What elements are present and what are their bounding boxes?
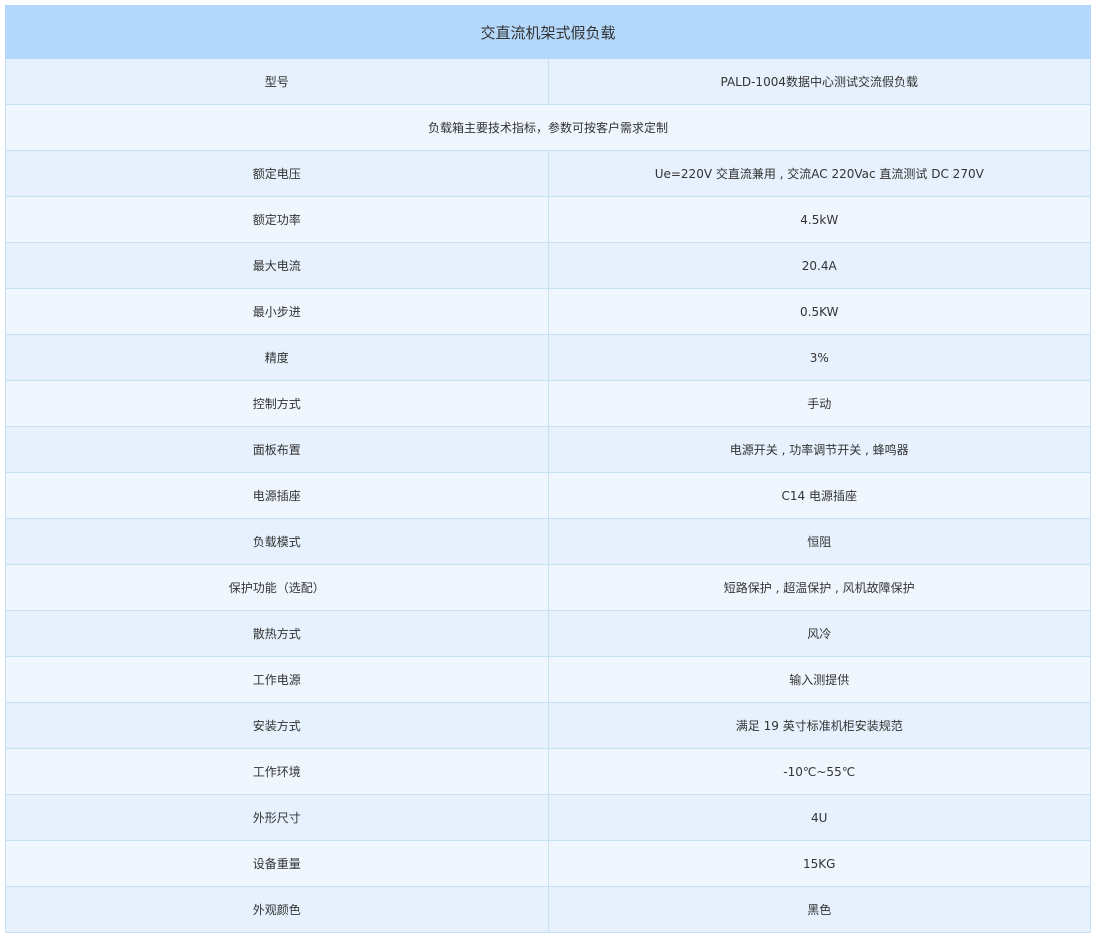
spec-table: 交直流机架式假负载 型号 PALD-1004数据中心测试交流假负载 负载箱主要技…	[5, 5, 1091, 933]
spec-label: 外观颜色	[5, 886, 549, 933]
table-row: 散热方式 风冷	[5, 610, 1091, 657]
spec-value: 4U	[547, 794, 1091, 841]
table-row: 安装方式 满足 19 英寸标准机柜安装规范	[5, 702, 1091, 749]
spec-value: 恒阻	[547, 518, 1091, 565]
spec-value: 黑色	[547, 886, 1091, 933]
spec-label: 额定电压	[5, 150, 549, 197]
note-row: 负载箱主要技术指标，参数可按客户需求定制	[5, 104, 1091, 151]
spec-label: 最大电流	[5, 242, 549, 289]
spec-value: Ue=220V 交直流兼用 , 交流AC 220Vac 直流测试 DC 270V	[547, 150, 1091, 197]
table-row: 工作电源 输入测提供	[5, 656, 1091, 703]
table-row: 电源插座 C14 电源插座	[5, 472, 1091, 519]
table-row: 面板布置 电源开关 , 功率调节开关 , 蜂鸣器	[5, 426, 1091, 473]
table-row: 外形尺寸 4U	[5, 794, 1091, 841]
table-row: 最小步进 0.5KW	[5, 288, 1091, 335]
spec-value: C14 电源插座	[547, 472, 1091, 519]
spec-label: 工作电源	[5, 656, 549, 703]
table-row: 负载模式 恒阻	[5, 518, 1091, 565]
spec-label: 额定功率	[5, 196, 549, 243]
table-title: 交直流机架式假负载	[5, 5, 1091, 59]
model-row: 型号 PALD-1004数据中心测试交流假负载	[5, 58, 1091, 105]
table-row: 精度 3%	[5, 334, 1091, 381]
spec-value: 风冷	[547, 610, 1091, 657]
table-row: 保护功能（选配） 短路保护 , 超温保护 , 风机故障保护	[5, 564, 1091, 611]
spec-label: 负载模式	[5, 518, 549, 565]
spec-value: 0.5KW	[547, 288, 1091, 335]
spec-label: 控制方式	[5, 380, 549, 427]
model-label: 型号	[5, 58, 549, 105]
model-value: PALD-1004数据中心测试交流假负载	[547, 58, 1091, 105]
spec-value: 短路保护 , 超温保护 , 风机故障保护	[547, 564, 1091, 611]
table-row: 外观颜色 黑色	[5, 886, 1091, 933]
spec-label: 工作环境	[5, 748, 549, 795]
table-row: 设备重量 15KG	[5, 840, 1091, 887]
spec-value: 20.4A	[547, 242, 1091, 289]
table-row: 工作环境 -10℃~55℃	[5, 748, 1091, 795]
spec-label: 电源插座	[5, 472, 549, 519]
spec-label: 面板布置	[5, 426, 549, 473]
spec-label: 外形尺寸	[5, 794, 549, 841]
table-row: 最大电流 20.4A	[5, 242, 1091, 289]
spec-value: 4.5kW	[547, 196, 1091, 243]
table-row: 额定电压 Ue=220V 交直流兼用 , 交流AC 220Vac 直流测试 DC…	[5, 150, 1091, 197]
spec-label: 散热方式	[5, 610, 549, 657]
title-row: 交直流机架式假负载	[5, 5, 1091, 59]
spec-value: 手动	[547, 380, 1091, 427]
spec-label: 保护功能（选配）	[5, 564, 549, 611]
spec-value: 输入测提供	[547, 656, 1091, 703]
spec-label: 设备重量	[5, 840, 549, 887]
spec-value: -10℃~55℃	[547, 748, 1091, 795]
spec-value: 电源开关 , 功率调节开关 , 蜂鸣器	[547, 426, 1091, 473]
spec-value: 满足 19 英寸标准机柜安装规范	[547, 702, 1091, 749]
table-row: 控制方式 手动	[5, 380, 1091, 427]
spec-value: 15KG	[547, 840, 1091, 887]
table-row: 额定功率 4.5kW	[5, 196, 1091, 243]
spec-label: 最小步进	[5, 288, 549, 335]
spec-label: 安装方式	[5, 702, 549, 749]
spec-value: 3%	[547, 334, 1091, 381]
spec-note: 负载箱主要技术指标，参数可按客户需求定制	[5, 104, 1091, 151]
spec-label: 精度	[5, 334, 549, 381]
